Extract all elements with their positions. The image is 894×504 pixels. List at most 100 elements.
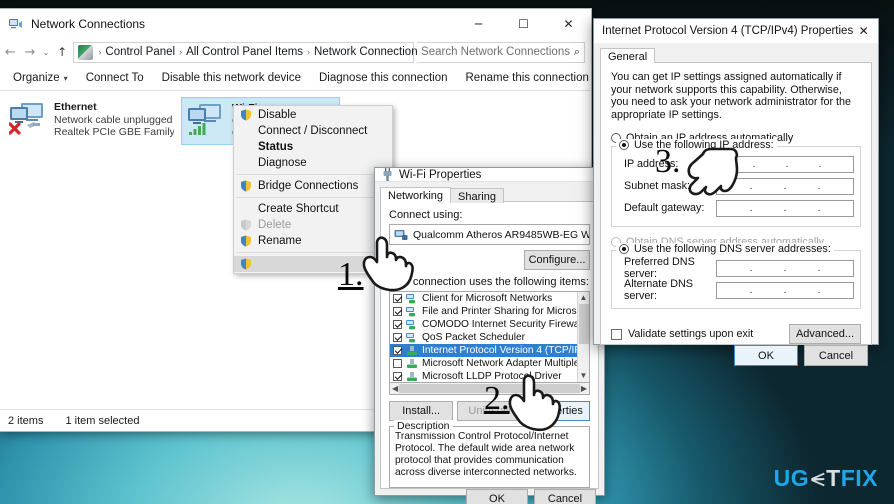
disable-device-button[interactable]: Disable this network device — [153, 69, 310, 87]
selection-count: 1 item selected — [65, 414, 140, 427]
ipv4-ok-button[interactable]: OK — [734, 345, 798, 367]
list-item[interactable]: Microsoft Network Adapter Multiplexor Pr… — [390, 357, 589, 370]
forward-button[interactable]: → — [22, 42, 39, 62]
hscroll-thumb[interactable] — [399, 384, 580, 393]
preferred-dns-input[interactable]: . . . — [716, 259, 854, 277]
context-menu-item-diagnose[interactable]: Diagnose — [234, 155, 392, 171]
advanced-button[interactable]: Advanced... — [789, 324, 861, 345]
breadcrumb-item-2[interactable]: Network Connections — [312, 46, 425, 58]
description-title: Description — [394, 420, 453, 432]
item-checkbox[interactable] — [393, 320, 402, 329]
context-menu-item-bridge-connections[interactable]: Bridge Connections — [234, 178, 392, 194]
scroll-left-icon[interactable]: ◀ — [392, 384, 398, 393]
minimize-button[interactable]: ─ — [456, 9, 501, 39]
context-menu-label-bridge-connections: Bridge Connections — [258, 180, 359, 192]
validate-checkbox-group[interactable]: Validate settings upon exit — [611, 328, 753, 340]
use-following-ip-radio[interactable] — [619, 140, 629, 151]
items-horizontal-scrollbar[interactable]: ◀ ▶ — [389, 383, 590, 395]
recent-locations-button[interactable]: ⌄ — [41, 42, 51, 62]
breadcrumb[interactable]: › Control Panel › All Control Panel Item… — [73, 41, 454, 63]
wifi-ok-button[interactable]: OK — [466, 489, 528, 504]
search-icon: ⌕ — [573, 45, 581, 58]
search-input[interactable]: Search Network Connections ⌕ — [417, 41, 586, 63]
back-button[interactable]: ← — [2, 42, 19, 62]
list-item[interactable]: Client for Microsoft Networks — [390, 292, 589, 305]
subnet-mask-input[interactable]: . . . — [716, 177, 854, 195]
connection-item-ethernet[interactable]: Ethernet Network cable unplugged Realtek… — [4, 97, 179, 143]
context-menu-item-properties[interactable] — [234, 256, 392, 272]
breadcrumb-item-0[interactable]: Control Panel — [103, 46, 177, 58]
item-checkbox[interactable] — [393, 346, 402, 355]
use-following-dns-row[interactable]: Use the following DNS server addresses: — [616, 243, 834, 256]
use-following-ip-row[interactable]: Use the following IP address: — [616, 139, 777, 152]
ip-address-input[interactable]: . . . — [716, 155, 854, 173]
properties-button[interactable]: Properties — [525, 401, 590, 421]
maximize-button[interactable]: ☐ — [501, 9, 546, 39]
breadcrumb-item-1[interactable]: All Control Panel Items — [184, 46, 305, 58]
items-vertical-scrollbar[interactable]: ▲ ▼ — [577, 292, 589, 382]
ethernet-adapter-icon — [8, 101, 47, 135]
context-menu-item-create-shortcut[interactable]: Create Shortcut — [234, 201, 392, 217]
command-bar: Organize ▾ Connect To Disable this networ… — [0, 65, 699, 91]
install-button[interactable]: Install... — [389, 401, 454, 421]
context-menu-item-rename[interactable]: Rename — [234, 233, 392, 249]
organize-button[interactable]: Organize ▾ — [4, 69, 77, 87]
wifi-cancel-button[interactable]: Cancel — [534, 489, 596, 504]
network-connections-icon — [8, 16, 24, 32]
item-checkbox[interactable] — [393, 372, 402, 381]
window-controls: ─ ☐ ✕ — [456, 9, 591, 39]
list-item[interactable]: File and Printer Sharing for Microsoft N… — [390, 305, 589, 318]
shield-icon — [241, 219, 251, 231]
context-menu-label-rename: Rename — [258, 235, 302, 247]
network-items-list[interactable]: Client for Microsoft Networks File and P… — [389, 291, 590, 383]
list-item[interactable]: COMODO Internet Security Firewall Driver — [390, 318, 589, 331]
validate-settings-checkbox[interactable] — [611, 328, 622, 340]
context-menu-item-connect-disconnect[interactable]: Connect / Disconnect — [234, 123, 392, 139]
address-bar: ← → ⌄ ↑ › Control Panel › All Control Pa… — [0, 39, 591, 65]
shield-icon — [241, 258, 251, 270]
watermark-part-3: FIX — [840, 465, 878, 491]
default-gateway-input[interactable]: . . . — [716, 199, 854, 217]
tab-sharing[interactable]: Sharing — [450, 188, 504, 203]
ipv4-title: Internet Protocol Version 4 (TCP/IPv4) P… — [602, 25, 854, 37]
item-checkbox[interactable] — [393, 294, 402, 303]
list-item[interactable]: QoS Packet Scheduler — [390, 331, 589, 344]
alternate-dns-row: Alternate DNS server: . . . — [624, 278, 854, 302]
scroll-down-icon[interactable]: ▼ — [580, 370, 588, 382]
alternate-dns-input[interactable]: . . . — [716, 281, 854, 299]
tab-networking[interactable]: Networking — [380, 187, 452, 202]
connect-to-button[interactable]: Connect To — [77, 69, 153, 87]
octet-dot: . — [783, 284, 787, 296]
scroll-up-icon[interactable]: ▲ — [580, 292, 588, 304]
octet-dot: . — [783, 202, 787, 214]
up-button[interactable]: ↑ — [54, 42, 71, 62]
scrollbar-thumb[interactable] — [579, 304, 589, 344]
rename-connection-button[interactable]: Rename this connection — [457, 69, 598, 87]
tab-general[interactable]: General — [600, 48, 656, 63]
configure-button[interactable]: Configure... — [524, 250, 590, 270]
close-button[interactable]: ✕ — [546, 9, 591, 39]
item-checkbox[interactable] — [393, 333, 402, 342]
ipv4-close-button[interactable]: ✕ — [853, 19, 874, 43]
diagnose-connection-button[interactable]: Diagnose this connection — [310, 69, 457, 87]
context-menu-separator — [236, 252, 390, 253]
octet-dot: . — [817, 180, 821, 192]
use-following-dns-radio[interactable] — [619, 244, 629, 255]
context-menu-label-disable: Disable — [258, 109, 297, 121]
explorer-titlebar: Network Connections ─ ☐ ✕ — [0, 9, 591, 39]
scroll-right-icon[interactable]: ▶ — [581, 384, 587, 393]
ipv4-cancel-button[interactable]: Cancel — [804, 345, 868, 367]
context-menu-item-disable[interactable]: Disable — [234, 107, 392, 123]
wifi-properties-title: Wi-Fi Properties — [399, 168, 482, 181]
manual-dns-group: Use the following DNS server addresses: … — [611, 243, 861, 310]
watermark-part-1: UG — [773, 465, 810, 491]
item-checkbox[interactable] — [393, 307, 402, 316]
list-item[interactable]: Microsoft LLDP Protocol Driver — [390, 370, 589, 382]
list-item-selected[interactable]: Internet Protocol Version 4 (TCP/IPv4) — [390, 344, 589, 357]
default-gateway-row: Default gateway: . . . — [624, 198, 854, 218]
context-menu-separator — [236, 174, 390, 175]
octet-dot: . — [749, 180, 753, 192]
wifi-ok-label: OK — [489, 493, 505, 504]
item-checkbox[interactable] — [393, 359, 402, 368]
context-menu-item-status[interactable]: Status — [234, 139, 392, 155]
